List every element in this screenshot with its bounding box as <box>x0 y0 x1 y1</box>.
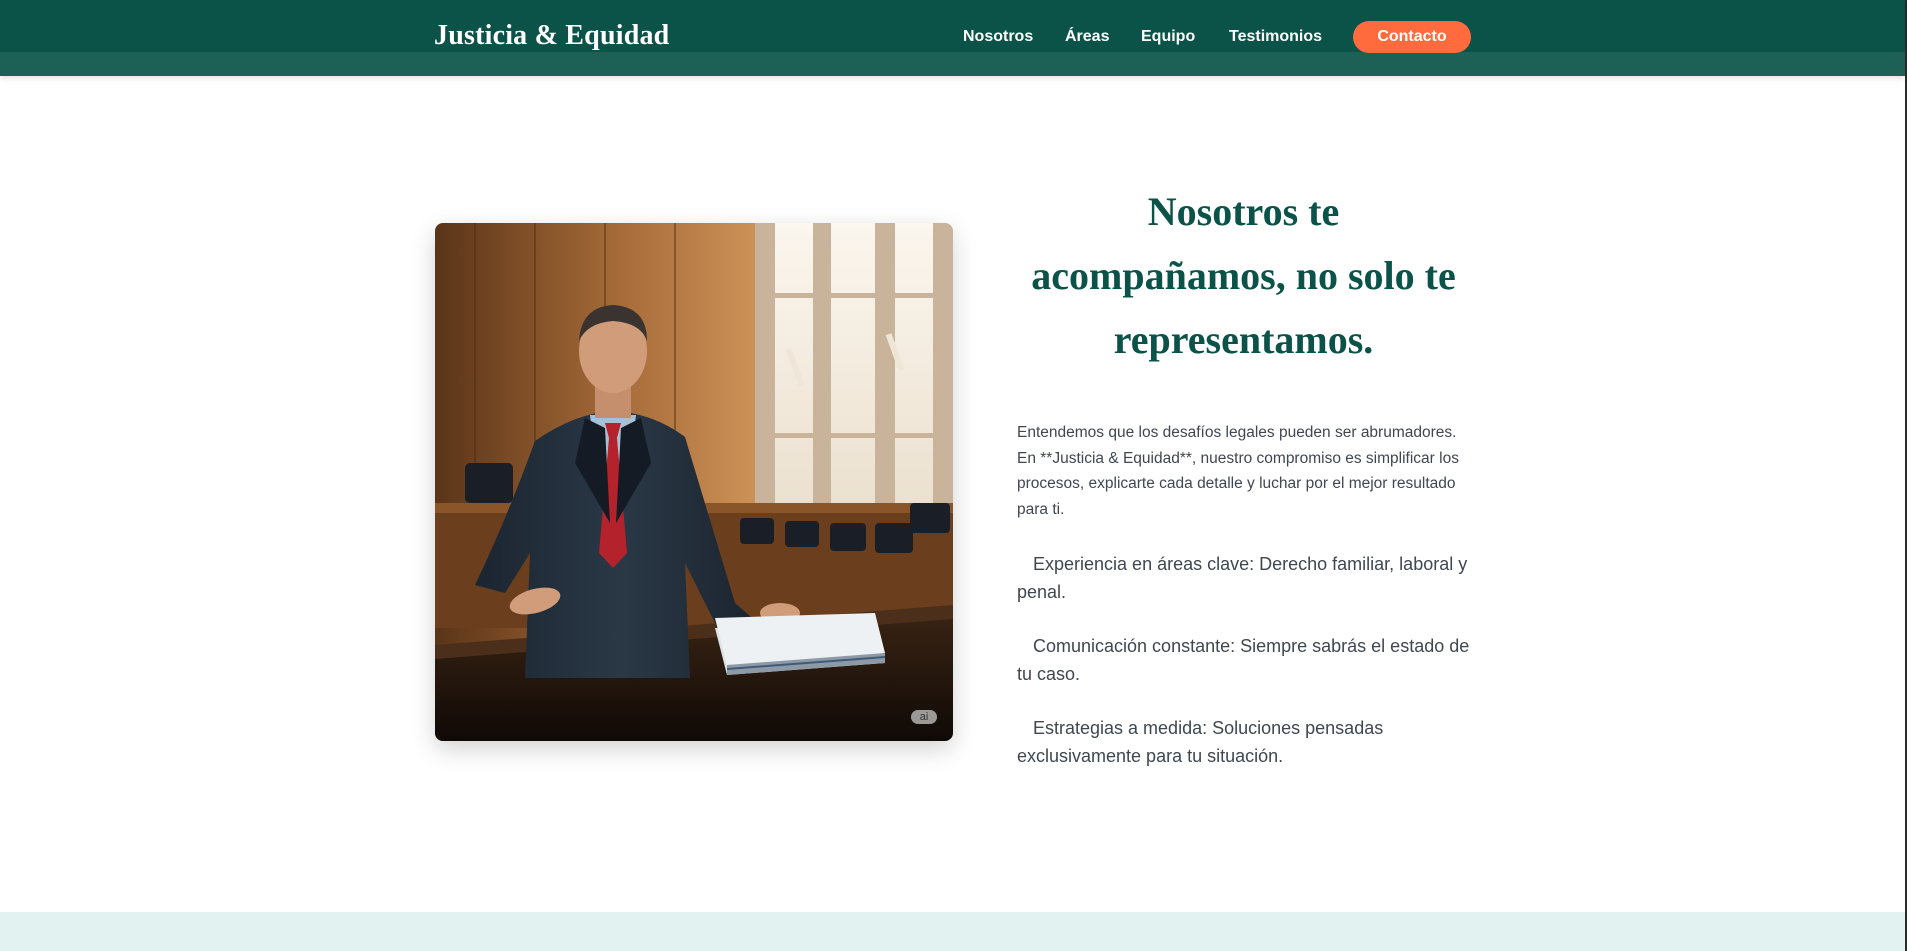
lawyer-courtroom-image: ai <box>435 223 953 741</box>
next-section-strip <box>0 912 1905 951</box>
feature-text: Experiencia en áreas clave: Derecho fami… <box>1017 554 1468 602</box>
contact-button[interactable]: Contacto <box>1353 21 1471 53</box>
feature-item: Experiencia en áreas clave: Derecho fami… <box>1017 550 1472 606</box>
heading-line: representamos. <box>1113 317 1374 362</box>
main-nav: Nosotros Áreas Equipo Testimonios <box>0 20 1905 54</box>
nav-link-nosotros[interactable]: Nosotros <box>963 28 1033 46</box>
header-lower-band <box>0 52 1905 76</box>
courtroom-illustration <box>435 223 953 741</box>
nav-link-testimonios[interactable]: Testimonios <box>1229 28 1322 46</box>
page: Justicia & Equidad Nosotros Áreas Equipo… <box>0 0 1907 951</box>
nav-link-areas[interactable]: Áreas <box>1065 28 1109 46</box>
intro-paragraph: Entendemos que los desafíos legales pued… <box>1017 424 1459 518</box>
nav-link-equipo[interactable]: Equipo <box>1141 28 1195 46</box>
site-header: Justicia & Equidad Nosotros Áreas Equipo… <box>0 0 1905 76</box>
ai-badge: ai <box>911 710 937 724</box>
feature-text: Estrategias a medida: Soluciones pensada… <box>1017 718 1384 766</box>
feature-item: Comunicación constante: Siempre sabrás e… <box>1017 632 1472 688</box>
heading-line: acompañamos, no solo te <box>1031 253 1456 298</box>
section-heading: Nosotros te acompañamos, no solo te repr… <box>1017 180 1470 372</box>
heading-line: Nosotros te <box>1147 189 1340 234</box>
feature-item: Estrategias a medida: Soluciones pensada… <box>1017 714 1472 770</box>
feature-text: Comunicación constante: Siempre sabrás e… <box>1017 636 1470 684</box>
